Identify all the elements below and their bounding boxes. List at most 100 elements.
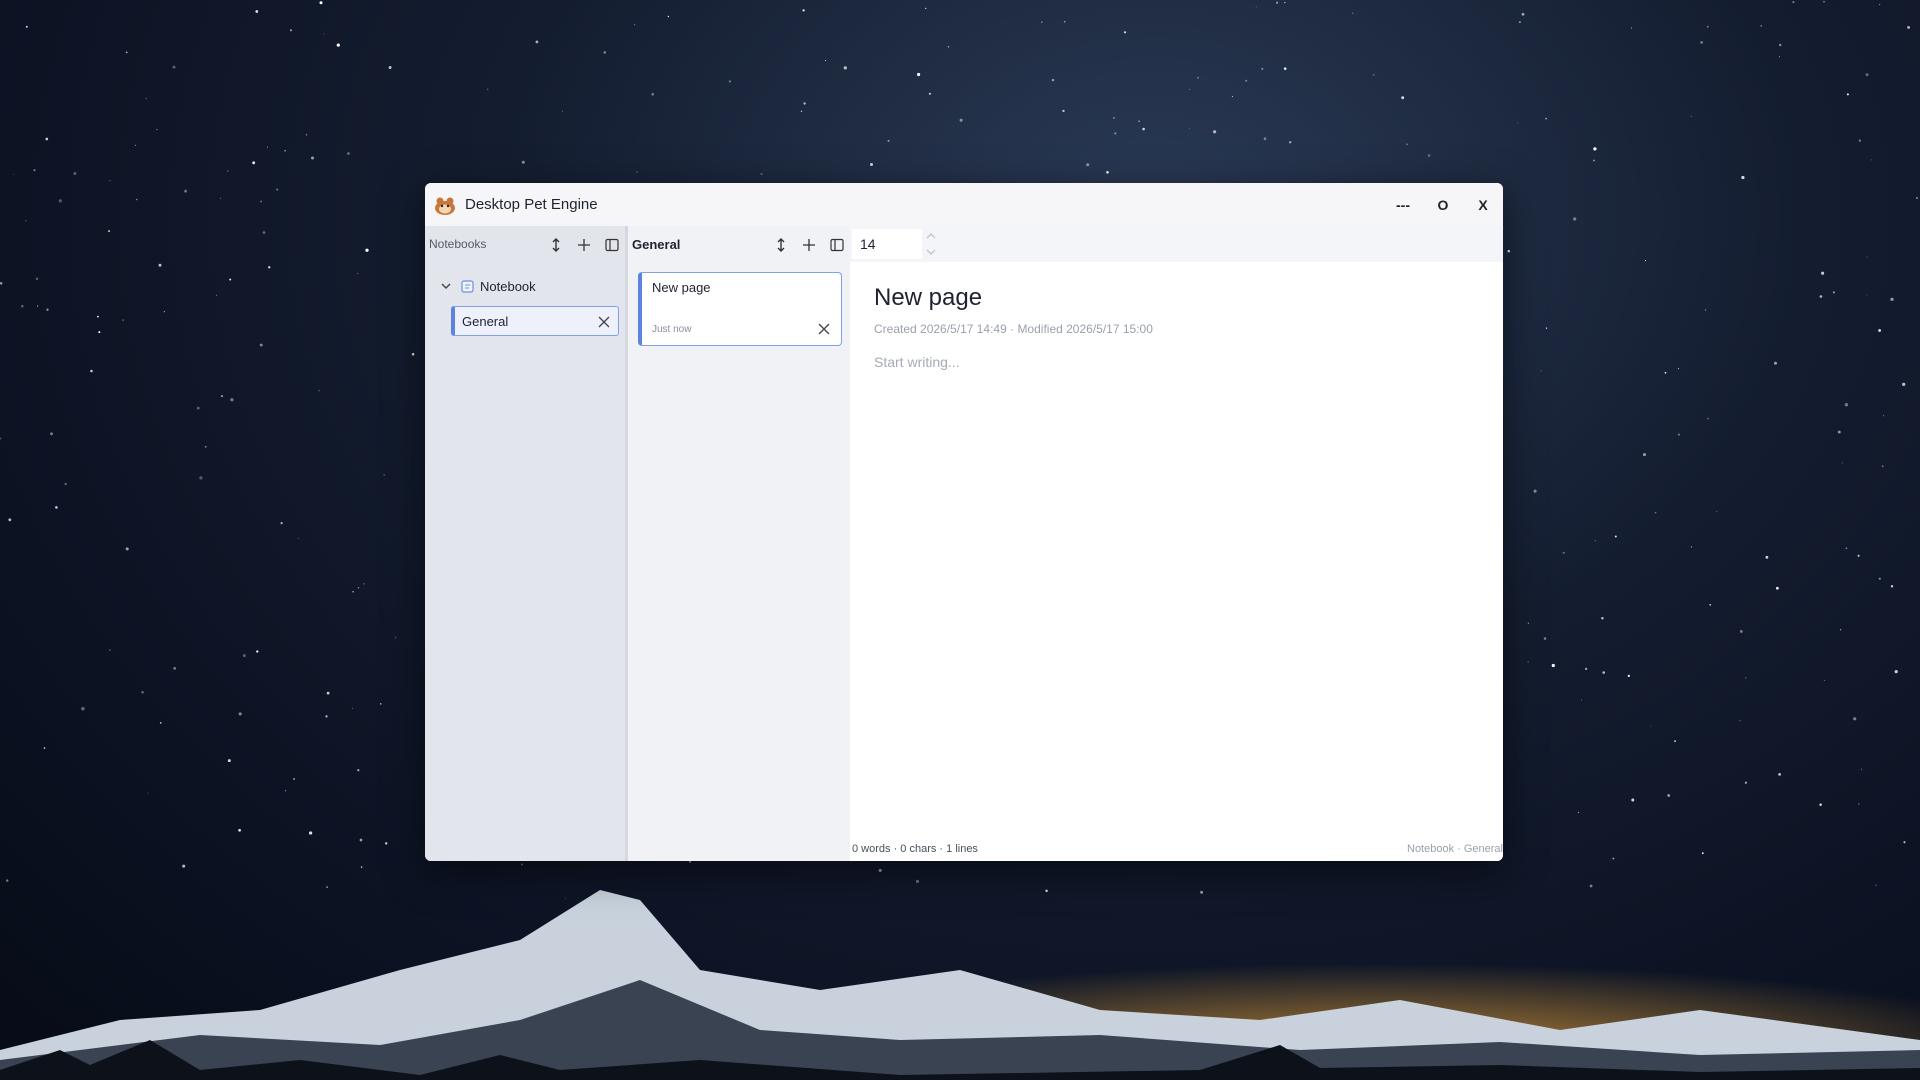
star <box>8 518 12 522</box>
close-button[interactable]: X <box>1463 183 1503 226</box>
star <box>1114 132 1117 135</box>
star <box>1890 297 1894 301</box>
star <box>204 445 207 448</box>
sidebar-toggle-icon <box>605 238 619 252</box>
star <box>1593 147 1597 151</box>
star <box>728 80 731 83</box>
star <box>1883 415 1885 417</box>
add-notebook-button[interactable] <box>573 234 595 256</box>
star <box>1858 803 1860 805</box>
sort-icon <box>777 238 785 252</box>
star <box>1716 511 1718 513</box>
add-page-button[interactable] <box>798 234 820 256</box>
star <box>1823 679 1825 682</box>
star <box>255 10 259 13</box>
maximize-button[interactable]: O <box>1423 183 1463 226</box>
star <box>159 722 162 724</box>
star <box>1627 674 1630 678</box>
star <box>196 406 200 410</box>
star <box>357 273 359 275</box>
section-item-general[interactable]: General <box>451 306 619 336</box>
star <box>1765 555 1769 559</box>
chevron-down-icon[interactable] <box>439 279 453 293</box>
star <box>1113 117 1115 119</box>
star <box>1602 671 1605 674</box>
star <box>58 199 62 203</box>
star <box>1819 803 1822 806</box>
notebooks-panel: Notebooks Notebook General <box>425 226 625 861</box>
editor-placeholder[interactable]: Start writing... <box>874 354 1503 370</box>
star <box>98 331 101 334</box>
title-bar[interactable]: Desktop Pet Engine --- O X <box>425 183 1503 226</box>
pet-app-icon <box>435 197 455 215</box>
star <box>1845 547 1848 550</box>
star <box>1041 21 1043 23</box>
star <box>0 281 3 285</box>
star <box>158 263 162 267</box>
star <box>280 522 283 525</box>
star <box>318 389 320 392</box>
notebook-tree-item[interactable]: Notebook <box>425 274 625 298</box>
star <box>156 128 158 131</box>
star <box>1188 127 1190 129</box>
star <box>824 59 827 62</box>
star <box>603 51 607 54</box>
star <box>1739 720 1741 722</box>
star <box>1894 670 1898 674</box>
star <box>1745 677 1747 679</box>
star <box>636 171 638 173</box>
minimize-button[interactable]: --- <box>1383 183 1423 226</box>
star <box>1540 370 1542 372</box>
document-location: Notebook · General <box>1407 843 1503 855</box>
font-size-stepper <box>924 230 938 258</box>
stepper-down-button[interactable] <box>924 246 938 258</box>
toggle-pages-panel-button[interactable] <box>826 234 848 256</box>
star <box>1352 12 1354 14</box>
notebooks-header-label: Notebooks <box>429 237 487 251</box>
font-size-input[interactable] <box>852 229 922 259</box>
star <box>293 778 296 780</box>
star <box>1213 130 1217 134</box>
star <box>25 25 28 28</box>
star <box>1245 79 1248 82</box>
page-card[interactable]: New page Just now <box>638 272 842 346</box>
star <box>1086 163 1090 167</box>
star <box>925 7 927 10</box>
pages-header-label: General <box>632 236 681 252</box>
star <box>1844 403 1849 407</box>
star <box>1650 725 1652 727</box>
star <box>1577 811 1580 814</box>
star <box>1821 271 1825 275</box>
star <box>928 92 931 95</box>
star <box>1865 73 1869 77</box>
editor-panel: New page Created 2026/5/17 14:49 · Modif… <box>850 226 1503 861</box>
document-title[interactable]: New page <box>874 284 1503 312</box>
star <box>1700 41 1703 44</box>
close-icon[interactable] <box>596 314 612 330</box>
star <box>1644 260 1647 262</box>
sort-pages-button[interactable] <box>770 234 792 256</box>
star <box>634 24 636 26</box>
star <box>1562 551 1565 554</box>
star <box>1870 159 1872 161</box>
close-icon[interactable] <box>816 321 832 337</box>
star <box>336 43 340 47</box>
plus-icon <box>578 239 590 251</box>
stepper-up-button[interactable] <box>924 230 938 242</box>
star <box>346 152 350 155</box>
star <box>1256 6 1257 8</box>
star <box>260 200 263 203</box>
notebooks-header: Notebooks <box>425 226 625 262</box>
star <box>266 146 269 148</box>
star <box>1507 249 1511 253</box>
star <box>1839 629 1842 631</box>
star <box>1915 197 1918 199</box>
star <box>46 308 49 311</box>
star <box>81 707 85 711</box>
sort-notebooks-button[interactable] <box>545 234 567 256</box>
star <box>1890 585 1894 588</box>
star <box>1823 0 1825 3</box>
editor-body[interactable]: New page Created 2026/5/17 14:49 · Modif… <box>850 262 1503 370</box>
toggle-panel-button[interactable] <box>601 234 623 256</box>
star <box>1760 25 1763 27</box>
